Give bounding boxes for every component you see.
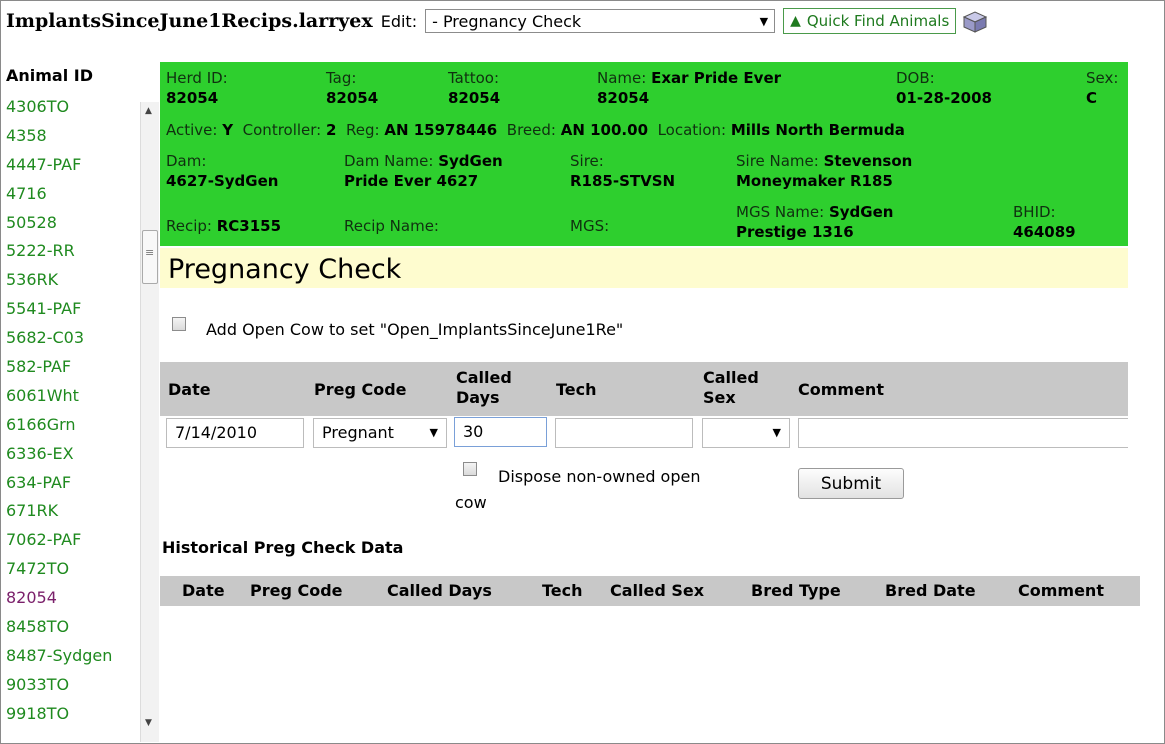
chevron-down-icon: ▼ (759, 14, 769, 28)
history-col-bred-type: Bred Type (751, 581, 841, 600)
history-table-header: Date Preg Code Called Days Tech Called S… (160, 576, 1140, 606)
animal-list-item[interactable]: 5682-C03 (6, 324, 141, 353)
section-title: Pregnancy Check (160, 248, 1128, 288)
history-col-date: Date (182, 581, 225, 600)
dispose-label: Dispose non-owned open (498, 467, 701, 486)
add-open-cow-label: Add Open Cow to set "Open_ImplantsSinceJ… (206, 320, 624, 339)
chevron-down-icon: ▼ (772, 426, 781, 439)
animal-list-item[interactable]: 6336-EX (6, 440, 141, 469)
animal-list-item[interactable]: 536RK (6, 266, 141, 295)
preg-code-select[interactable]: Pregnant ▼ (313, 418, 447, 448)
animal-list-item[interactable]: 9918TO (6, 700, 141, 729)
date-input[interactable]: 7/14/2010 (166, 418, 304, 448)
animal-list-item[interactable]: 9033TO (6, 671, 141, 700)
sire-field: Sire: R185-STVSN (570, 152, 676, 190)
animal-sidebar: Animal ID 4306TO 4358 4447-PAF 4716 5052… (0, 62, 159, 742)
animal-list-item[interactable]: 4306TO (6, 93, 141, 122)
tag-field: Tag: 82054 (326, 69, 379, 107)
animal-list-item[interactable]: 671RK (6, 497, 141, 526)
history-col-called-sex: Called Sex (610, 581, 705, 600)
scroll-thumb[interactable] (142, 230, 158, 284)
bhid-field: BHID: 464089 (1013, 203, 1076, 241)
header-called-days: Called Days (456, 368, 512, 407)
animal-list-item[interactable]: 582-PAF (6, 353, 141, 382)
top-bar: ImplantsSinceJune1Recips.larryex Edit: -… (6, 5, 990, 37)
edit-label: Edit: (380, 11, 418, 31)
history-col-bred-date: Bred Date (885, 581, 976, 600)
called-days-input[interactable]: 30 (454, 417, 547, 447)
sidebar-header: Animal ID (6, 66, 94, 85)
header-called-sex: Called Sex (703, 368, 759, 407)
header-preg-code: Preg Code (314, 380, 407, 399)
status-row: Active: Y Controller: 2 Reg: AN 15978446… (166, 121, 905, 139)
add-open-cow-checkbox[interactable] (172, 317, 186, 331)
called-sex-select[interactable]: ▼ (702, 418, 790, 448)
herd-id-field: Herd ID: 82054 (166, 69, 228, 107)
submit-button[interactable]: Submit (798, 468, 904, 499)
recip-field: Recip: RC3155 (166, 217, 282, 235)
animal-list-item[interactable]: 4358 (6, 122, 141, 151)
package-icon[interactable] (960, 8, 990, 34)
app-title: ImplantsSinceJune1Recips.larryex (6, 10, 373, 32)
history-col-called-days: Called Days (387, 581, 492, 600)
chevron-down-icon: ▼ (429, 426, 438, 439)
mgs-field: MGS: (570, 217, 610, 235)
animal-list-item[interactable]: 6061Wht (6, 382, 141, 411)
animal-list-item[interactable]: 4716 (6, 180, 141, 209)
sire-name-field: Sire Name: Stevenson Moneymaker R185 (736, 152, 913, 190)
animal-list-item[interactable]: 50528 (6, 209, 141, 238)
dam-name-field: Dam Name: SydGen Pride Ever 4627 (344, 152, 503, 190)
history-col-tech: Tech (542, 581, 583, 600)
warning-triangle-icon: ▲ (790, 13, 801, 29)
dam-field: Dam: 4627-SydGen (166, 152, 279, 190)
animal-list-item[interactable]: 634-PAF (6, 469, 141, 498)
animal-list-item[interactable]: 6166Grn (6, 411, 141, 440)
preg-form-header: Date Preg Code Called Days Tech Called S… (160, 362, 1128, 416)
quick-find-button[interactable]: ▲ Quick Find Animals (783, 8, 957, 34)
header-comment: Comment (798, 380, 884, 399)
sex-field: Sex: C (1086, 69, 1119, 107)
edit-dropdown[interactable]: - Pregnancy Check ▼ (425, 9, 776, 33)
history-col-preg-code: Preg Code (250, 581, 343, 600)
tattoo-field: Tattoo: 82054 (448, 69, 501, 107)
animal-list-item[interactable]: 8458TO (6, 613, 141, 642)
dob-field: DOB: 01-28-2008 (896, 69, 992, 107)
recip-name-field: Recip Name: (344, 217, 439, 235)
quick-find-label: Quick Find Animals (806, 12, 950, 30)
dispose-checkbox[interactable] (463, 462, 477, 476)
dispose-label-cont: cow (455, 493, 487, 512)
animal-list-item[interactable]: 8487-Sydgen (6, 642, 141, 671)
comment-input[interactable] (798, 418, 1128, 448)
mgs-name-field: MGS Name: SydGen Prestige 1316 (736, 203, 894, 241)
animal-list-item[interactable]: 4447-PAF (6, 151, 141, 180)
sidebar-scrollbar[interactable]: ▲ ▼ (140, 102, 159, 742)
add-open-cow-option: Add Open Cow to set "Open_ImplantsSinceJ… (172, 316, 623, 339)
scroll-down-icon[interactable]: ▼ (145, 718, 152, 728)
name-field: Name: Exar Pride Ever 82054 (597, 69, 782, 107)
scroll-up-icon[interactable]: ▲ (145, 106, 152, 116)
animal-list-item[interactable]: 7472TO (6, 555, 141, 584)
animal-info-panel: Herd ID: 82054 Tag: 82054 Tattoo: 82054 … (160, 62, 1128, 246)
history-title: Historical Preg Check Data (162, 538, 404, 557)
header-date: Date (168, 380, 211, 399)
header-tech: Tech (556, 380, 597, 399)
animal-list: 4306TO 4358 4447-PAF 4716 50528 5222-RR … (6, 93, 141, 729)
animal-list-item[interactable]: 5541-PAF (6, 295, 141, 324)
animal-list-item[interactable]: 5222-RR (6, 237, 141, 266)
history-col-comment: Comment (1018, 581, 1104, 600)
animal-list-item[interactable]: 7062-PAF (6, 526, 141, 555)
tech-input[interactable] (555, 418, 693, 448)
edit-dropdown-value: - Pregnancy Check (432, 11, 582, 31)
animal-list-item-selected[interactable]: 82054 (6, 584, 141, 613)
